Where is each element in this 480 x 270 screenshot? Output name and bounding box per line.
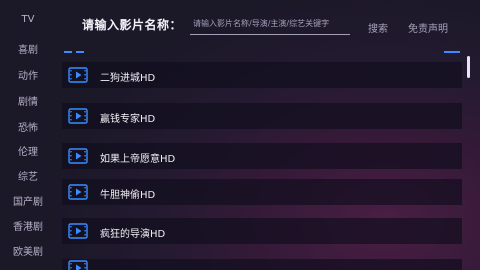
search-input[interactable]: 请输入影片名称/导演/主演/综艺关键字 (190, 17, 350, 35)
play-video-icon (68, 148, 88, 164)
list-scrollbar[interactable] (467, 56, 470, 78)
list-item[interactable]: 二狗进城HD (62, 62, 462, 88)
movie-title: 如果上帝愿意HD (100, 154, 176, 165)
movie-title: 赢钱专家HD (100, 114, 156, 125)
sidebar-item-ethics[interactable]: 伦理 (0, 143, 56, 158)
sidebar-item-drama[interactable]: 剧情 (0, 93, 56, 108)
movie-title: 牛胆神偷HD (100, 190, 156, 201)
play-video-icon (68, 108, 88, 124)
sidebar-item-domestic-series[interactable]: 国产剧 (0, 193, 56, 208)
sidebar-item-comedy[interactable]: 喜剧 (0, 41, 56, 56)
play-video-icon (68, 67, 88, 83)
list-item[interactable] (62, 259, 462, 270)
sidebar-item-western-series[interactable]: 欧美剧 (0, 243, 56, 258)
movie-title: 疯狂的导演HD (100, 229, 166, 240)
sidebar-item-variety[interactable]: 综艺 (0, 168, 56, 183)
play-video-icon (68, 184, 88, 200)
search-button[interactable]: 搜索 (368, 20, 388, 35)
sidebar-item-tv[interactable]: TV (0, 14, 56, 25)
play-video-icon (68, 260, 88, 270)
disclaimer-button[interactable]: 免责声明 (408, 20, 448, 35)
sidebar-item-action[interactable]: 动作 (0, 67, 56, 82)
list-item[interactable]: 如果上帝愿意HD (62, 143, 462, 169)
list-item[interactable]: 赢钱专家HD (62, 103, 462, 129)
list-item[interactable]: 疯狂的导演HD (62, 218, 462, 244)
search-prompt-label: 请输入影片名称： (82, 18, 183, 32)
list-top-divider (64, 51, 460, 53)
list-item[interactable]: 牛胆神偷HD (62, 179, 462, 205)
category-sidebar: TV 喜剧 动作 剧情 恐怖 伦理 综艺 国产剧 香港剧 欧美剧 (0, 0, 62, 270)
sidebar-item-hk-series[interactable]: 香港剧 (0, 218, 56, 233)
sidebar-item-horror[interactable]: 恐怖 (0, 119, 56, 134)
movie-title: 二狗进城HD (100, 73, 156, 84)
play-video-icon (68, 223, 88, 239)
